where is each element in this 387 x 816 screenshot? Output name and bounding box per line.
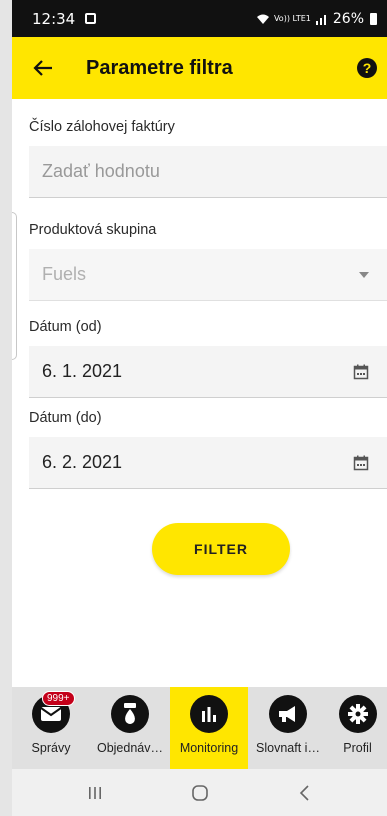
calendar-icon[interactable] bbox=[353, 455, 369, 471]
invoice-number-placeholder: Zadať hodnotu bbox=[42, 161, 160, 181]
status-indicators: Vo)) LTE1 26% bbox=[256, 11, 377, 27]
product-group-label: Produktová skupina bbox=[29, 222, 157, 238]
fuel-drop-icon bbox=[111, 695, 149, 733]
date-to-value: 6. 2. 2021 bbox=[42, 452, 123, 472]
status-bar: 12:34 Vo)) LTE1 26% bbox=[12, 0, 387, 37]
notification-icon bbox=[85, 13, 97, 24]
page-title: Parametre filtra bbox=[86, 56, 233, 79]
system-navigation-bar bbox=[12, 769, 387, 816]
date-from-input[interactable]: 6. 1. 2021 bbox=[29, 346, 387, 398]
nav-label: Slovnaft i… bbox=[256, 741, 320, 755]
help-icon[interactable]: ? bbox=[357, 58, 377, 78]
chevron-down-icon bbox=[359, 271, 369, 278]
home-icon[interactable] bbox=[180, 778, 220, 808]
app-bar: Parametre filtra ? bbox=[12, 37, 387, 99]
product-group-value: Fuels bbox=[42, 264, 87, 284]
date-to-label: Dátum (do) bbox=[29, 410, 102, 426]
nav-label: Správy bbox=[31, 741, 71, 755]
date-from-value: 6. 1. 2021 bbox=[42, 361, 123, 381]
nav-item-spravy[interactable]: 999+ Správy bbox=[12, 687, 90, 769]
invoice-number-input[interactable]: Zadať hodnotu bbox=[29, 146, 387, 198]
nav-label: Objednáv… bbox=[96, 741, 163, 755]
filter-form: Číslo zálohovej faktúry Zadať hodnotu Pr… bbox=[12, 99, 387, 687]
product-group-select[interactable]: Fuels bbox=[29, 249, 387, 301]
gear-icon bbox=[338, 695, 377, 733]
date-from-label: Dátum (od) bbox=[29, 319, 102, 335]
nav-label: Monitoring bbox=[179, 741, 239, 755]
nav-item-slovnaft[interactable]: Slovnaft i… bbox=[248, 687, 328, 769]
battery-percentage: 26% bbox=[332, 10, 364, 27]
signal-icon bbox=[315, 14, 326, 25]
network-indicator: Vo)) LTE1 bbox=[273, 13, 311, 23]
date-to-input[interactable]: 6. 2. 2021 bbox=[29, 437, 387, 489]
notification-badge: 999+ bbox=[42, 691, 75, 706]
calendar-icon[interactable] bbox=[353, 364, 369, 380]
nav-item-objednavky[interactable]: Objednáv… bbox=[90, 687, 170, 769]
filter-button[interactable]: FILTER bbox=[152, 523, 290, 575]
status-time: 12:34 bbox=[32, 9, 76, 28]
invoice-number-label: Číslo zálohovej faktúry bbox=[29, 119, 175, 135]
megaphone-icon bbox=[269, 695, 307, 733]
back-icon[interactable] bbox=[285, 778, 325, 808]
bottom-navigation: 999+ Správy Objednáv… Monitoring Slovnaf… bbox=[12, 687, 387, 769]
bar-chart-icon bbox=[190, 695, 228, 733]
back-arrow-icon[interactable] bbox=[30, 55, 56, 81]
recent-apps-icon[interactable] bbox=[75, 778, 115, 808]
nav-label: Profil bbox=[343, 741, 372, 755]
nav-item-monitoring[interactable]: Monitoring bbox=[170, 687, 248, 769]
side-drawer-handle[interactable] bbox=[12, 212, 17, 360]
battery-icon bbox=[370, 12, 377, 25]
wifi-icon bbox=[256, 14, 269, 24]
nav-item-profil[interactable]: Profil bbox=[328, 687, 387, 769]
